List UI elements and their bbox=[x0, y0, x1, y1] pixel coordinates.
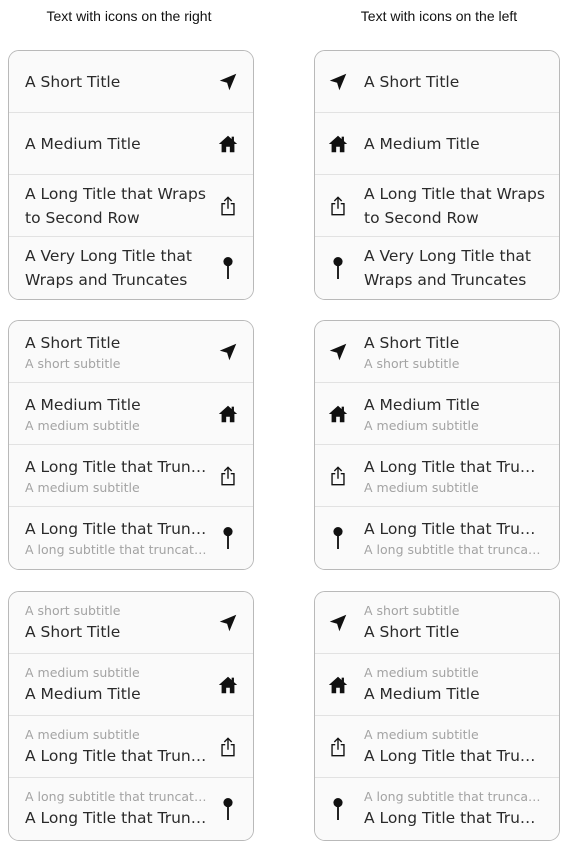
card-title-only-icon-right: A Short Title A Medium Title A Long Titl… bbox=[8, 50, 254, 300]
item-title: A Short Title bbox=[364, 333, 460, 352]
list-item[interactable]: A Long Title that Wraps to Second Row bbox=[9, 175, 253, 237]
card-title-subtitle-icon-right: A Short Title A short subtitle A Medium … bbox=[8, 320, 254, 570]
item-title: A Long Title that Wraps to Second Row bbox=[364, 184, 545, 227]
header-icons-left: Text with icons on the left bbox=[360, 8, 518, 24]
card-subtitle-title-icon-right: A short subtitle A Short Title A medium … bbox=[8, 591, 254, 841]
item-subtitle: A medium subtitle bbox=[25, 664, 140, 680]
item-title: A Short Title bbox=[364, 72, 460, 91]
house-icon bbox=[327, 403, 349, 425]
location-arrow-icon bbox=[217, 71, 239, 93]
list-item[interactable]: A Long Title that Wraps to Second Row bbox=[315, 175, 559, 237]
item-title: A Short Title bbox=[364, 622, 460, 641]
item-subtitle: A medium subtitle bbox=[364, 479, 479, 495]
item-title: A Medium Title bbox=[364, 134, 480, 153]
pin-icon bbox=[327, 257, 349, 279]
list-item[interactable]: A Short Title bbox=[9, 51, 253, 113]
item-subtitle: A short subtitle bbox=[364, 602, 460, 618]
location-arrow-icon bbox=[327, 71, 349, 93]
item-title: A Long Title that Truncates bbox=[25, 809, 207, 827]
house-icon bbox=[327, 133, 349, 155]
item-subtitle: A short subtitle bbox=[25, 602, 121, 618]
item-title: A Short Title bbox=[25, 333, 121, 352]
item-title: A Long Title that Truncates bbox=[25, 520, 207, 538]
item-subtitle: A medium subtitle bbox=[364, 664, 479, 680]
list-item[interactable]: A short subtitle A Short Title bbox=[9, 592, 253, 654]
item-subtitle: A medium subtitle bbox=[364, 417, 479, 433]
location-arrow-icon bbox=[327, 612, 349, 634]
list-item[interactable]: A short subtitle A Short Title bbox=[315, 592, 559, 654]
item-subtitle: A medium subtitle bbox=[25, 417, 140, 433]
card-title-subtitle-icon-left: A Short Title A short subtitle A Medium … bbox=[314, 320, 560, 570]
item-title: A Long Title that Truncates bbox=[25, 457, 207, 476]
list-item[interactable]: A Medium Title bbox=[315, 113, 559, 175]
share-icon bbox=[327, 465, 349, 487]
item-subtitle: A long subtitle that truncates bbox=[364, 789, 545, 804]
item-title: A Very Long Title that Wraps and Truncat… bbox=[364, 247, 531, 289]
location-arrow-icon bbox=[327, 341, 349, 363]
item-title: A Long Title that Truncates bbox=[364, 457, 545, 476]
pin-icon bbox=[217, 257, 239, 279]
item-subtitle: A short subtitle bbox=[364, 355, 460, 371]
location-arrow-icon bbox=[217, 612, 239, 634]
list-item[interactable]: A long subtitle that truncates A Long Ti… bbox=[315, 778, 559, 840]
item-title: A Long Title that Wraps to Second Row bbox=[25, 184, 206, 227]
item-title: A Medium Title bbox=[25, 134, 141, 153]
list-item[interactable]: A medium subtitle A Medium Title bbox=[9, 654, 253, 716]
list-item[interactable]: A Long Title that Truncates A medium sub… bbox=[9, 445, 253, 507]
house-icon bbox=[217, 133, 239, 155]
share-icon bbox=[217, 195, 239, 217]
list-item[interactable]: A Long Title that Truncates A long subti… bbox=[9, 507, 253, 569]
list-item[interactable]: A Medium Title A medium subtitle bbox=[315, 383, 559, 445]
item-subtitle: A medium subtitle bbox=[25, 726, 140, 742]
item-title: A Medium Title bbox=[25, 395, 141, 414]
list-item[interactable]: A Short Title bbox=[315, 51, 559, 113]
item-subtitle: A short subtitle bbox=[25, 355, 121, 371]
list-item[interactable]: A Very Long Title that Wraps and Truncat… bbox=[315, 237, 559, 299]
card-title-only-icon-left: A Short Title A Medium Title A Long Titl… bbox=[314, 50, 560, 300]
pin-icon bbox=[327, 527, 349, 549]
item-title: A Long Title that Truncates bbox=[364, 746, 545, 765]
item-subtitle: A long subtitle that truncates bbox=[25, 542, 207, 557]
item-title: A Long Title that Truncates bbox=[364, 809, 545, 827]
pin-icon bbox=[327, 798, 349, 820]
list-item[interactable]: A Very Long Title that Wraps and Truncat… bbox=[9, 237, 253, 299]
card-subtitle-title-icon-left: A short subtitle A Short Title A medium … bbox=[314, 591, 560, 841]
list-item[interactable]: A Short Title A short subtitle bbox=[315, 321, 559, 383]
pin-icon bbox=[217, 527, 239, 549]
item-title: A Medium Title bbox=[364, 395, 480, 414]
item-subtitle: A medium subtitle bbox=[25, 479, 140, 495]
item-title: A Short Title bbox=[25, 622, 121, 641]
house-icon bbox=[327, 674, 349, 696]
list-item[interactable]: A long subtitle that truncates A Long Ti… bbox=[9, 778, 253, 840]
list-item[interactable]: A Long Title that Truncates A medium sub… bbox=[315, 445, 559, 507]
item-title: A Medium Title bbox=[25, 684, 141, 703]
list-item[interactable]: A Short Title A short subtitle bbox=[9, 321, 253, 383]
house-icon bbox=[217, 403, 239, 425]
pin-icon bbox=[217, 798, 239, 820]
list-item[interactable]: A Long Title that Truncates A long subti… bbox=[315, 507, 559, 569]
share-icon bbox=[327, 195, 349, 217]
list-item[interactable]: A medium subtitle A Medium Title bbox=[315, 654, 559, 716]
item-subtitle: A long subtitle that truncates bbox=[364, 542, 545, 557]
header-icons-right: Text with icons on the right bbox=[46, 8, 212, 24]
item-title: A Short Title bbox=[25, 72, 121, 91]
list-item[interactable]: A Medium Title bbox=[9, 113, 253, 175]
location-arrow-icon bbox=[217, 341, 239, 363]
list-item[interactable]: A Medium Title A medium subtitle bbox=[9, 383, 253, 445]
share-icon bbox=[217, 465, 239, 487]
item-title: A Long Title that Truncates bbox=[25, 746, 207, 765]
share-icon bbox=[217, 736, 239, 758]
item-subtitle: A medium subtitle bbox=[364, 726, 479, 742]
house-icon bbox=[217, 674, 239, 696]
item-title: A Very Long Title that Wraps and Truncat… bbox=[25, 247, 192, 289]
item-subtitle: A long subtitle that truncates bbox=[25, 789, 207, 804]
list-item[interactable]: A medium subtitle A Long Title that Trun… bbox=[315, 716, 559, 778]
item-title: A Long Title that Truncates bbox=[364, 520, 545, 538]
list-item[interactable]: A medium subtitle A Long Title that Trun… bbox=[9, 716, 253, 778]
item-title: A Medium Title bbox=[364, 684, 480, 703]
share-icon bbox=[327, 736, 349, 758]
